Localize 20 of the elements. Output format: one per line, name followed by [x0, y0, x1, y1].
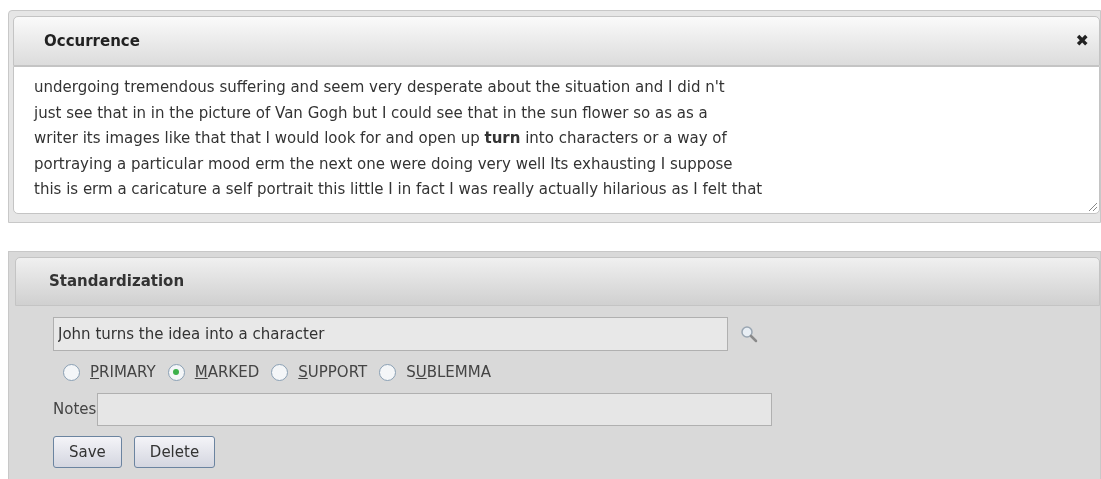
- radio-button[interactable]: [167, 363, 185, 381]
- notes-field[interactable]: [97, 393, 773, 426]
- panel-title: Occurrence: [44, 30, 140, 52]
- radio-button[interactable]: [271, 363, 289, 381]
- standardization-field[interactable]: John turns the idea into a character: [53, 317, 728, 351]
- occurrence-text: undergoing tremendous suffering and seem very desperate about the situation and I did n't just see that in in the picture of Van Gogh but I could see that in the sun flower so as as a writer its images like that that I would look for and open up turn into characters or a way of portraying a particular mood erm the next one were doing very well Its exhausting I suppose this is erm a caricature a self portrait this little I in fact I was really actually hilarious as I felt that: [34, 77, 763, 200]
- close-button[interactable]: ✖: [1071, 33, 1093, 49]
- panel-title: Standardization: [49, 271, 185, 293]
- action-button[interactable]: Save: [53, 436, 122, 468]
- notes-label: Notes: [53, 399, 98, 421]
- radio-option[interactable]: MARKED: [167, 360, 260, 384]
- radio-option[interactable]: SUBLEMMA: [379, 360, 491, 384]
- occurrence-textarea[interactable]: [13, 66, 1100, 214]
- radio-button[interactable]: [63, 363, 80, 381]
- resize-grip-icon[interactable]: [1087, 201, 1097, 211]
- search-icon[interactable]: [740, 325, 758, 343]
- radio-button[interactable]: [379, 363, 397, 381]
- action-button[interactable]: Delete: [133, 436, 216, 468]
- radio-option[interactable]: PRIMARY: [63, 360, 156, 384]
- radio-option[interactable]: SUPPORT: [271, 360, 368, 384]
